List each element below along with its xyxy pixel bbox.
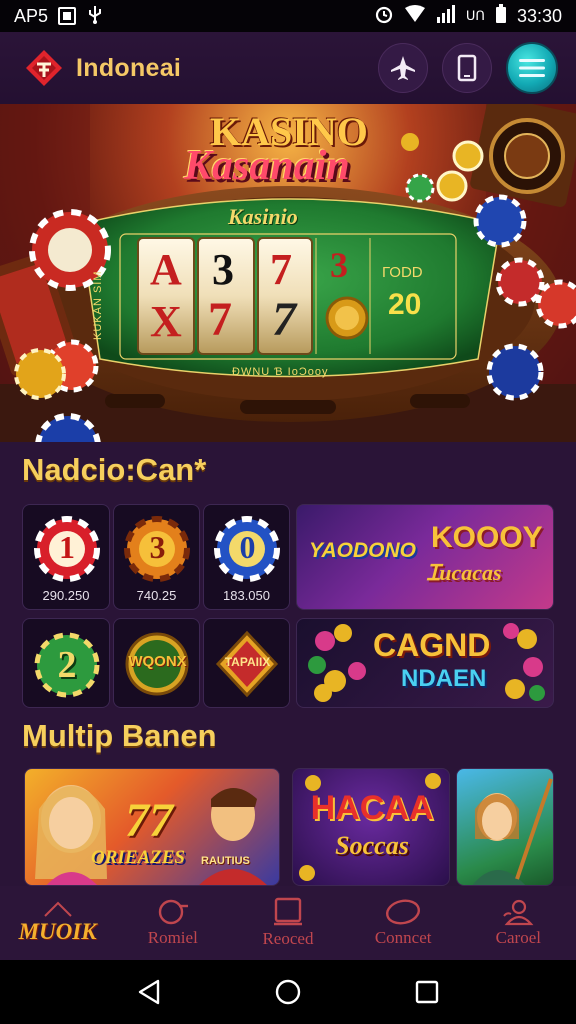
home-circle-icon bbox=[275, 979, 301, 1005]
menu-button[interactable] bbox=[506, 42, 558, 94]
hero-title-main: Kasanain bbox=[184, 143, 350, 189]
nav-romiel[interactable]: Romiel bbox=[123, 898, 223, 948]
tile-label: 290.250 bbox=[42, 588, 90, 603]
chip-number: 0 bbox=[239, 529, 256, 565]
logo-icon[interactable] bbox=[24, 48, 64, 88]
reel-2-top: 3 bbox=[212, 245, 234, 294]
reel-2-bottom: 7 bbox=[208, 293, 232, 346]
banner-top-text: CAGND bbox=[373, 627, 491, 663]
device-button[interactable] bbox=[442, 43, 492, 93]
multi-banner-hacaa[interactable]: HACAA Soccas bbox=[292, 768, 450, 886]
banner-tag: RAUTIUS bbox=[201, 855, 250, 867]
tablet-icon bbox=[273, 897, 302, 926]
hamburger-icon bbox=[519, 59, 545, 77]
banner-right-bottom-text: Ɪucacas bbox=[427, 560, 502, 585]
section-title-1: Nadcio:Can* bbox=[22, 452, 207, 487]
app-header: Indoneai bbox=[0, 32, 576, 104]
carrier-text: AP5 bbox=[14, 5, 49, 26]
bottom-nav: MUOIK Romiel Reoced Conncet Caroel bbox=[0, 886, 576, 960]
banner-text: ORIEAZES bbox=[91, 847, 185, 868]
recents-button[interactable] bbox=[407, 972, 447, 1012]
multi-banner-character[interactable] bbox=[456, 768, 554, 886]
hero-banner[interactable]: KASINO Kasanain Kasinio A 3 7 3 X 7 7 ГО… bbox=[0, 104, 576, 442]
home-icon bbox=[43, 901, 72, 917]
chip-text: WQONX bbox=[128, 653, 187, 670]
app-title: Indoneai bbox=[76, 53, 182, 82]
reel-3-bottom: 7 bbox=[272, 293, 296, 346]
payout-value: 20 bbox=[388, 288, 422, 321]
nav-caroel-label: Caroel bbox=[495, 928, 541, 947]
system-nav-bar bbox=[0, 960, 576, 1024]
reel-3-top: 7 bbox=[270, 245, 292, 294]
wifi-icon bbox=[404, 4, 426, 28]
clock-text: 33:30 bbox=[516, 5, 562, 26]
reel-4-top: 3 bbox=[330, 245, 348, 285]
battery-icon bbox=[495, 3, 507, 29]
table-label: Kasinio bbox=[228, 204, 298, 229]
side-text: KUKAN SIM bbox=[92, 270, 104, 340]
tile-label: 740.25 bbox=[136, 588, 177, 603]
banner-right-top-text: KOOOY bbox=[431, 521, 543, 554]
promo-banner-cagnd[interactable]: CAGND NDAEN bbox=[296, 618, 554, 708]
search-icon bbox=[158, 899, 188, 925]
recents-icon bbox=[415, 980, 438, 1004]
banner-left-text: YAODONO bbox=[309, 539, 416, 562]
game-tile[interactable]: 2 bbox=[22, 618, 110, 708]
reel-1-bottom: X bbox=[150, 297, 182, 346]
network-text: ᑌᑎ bbox=[465, 8, 485, 23]
tile-label: 183.050 bbox=[223, 588, 270, 603]
promo-banner-yaodono[interactable]: YAODONO KOOOY Ɪucacas bbox=[296, 504, 554, 610]
nav-conncet-label: Conncet bbox=[374, 928, 432, 947]
back-icon bbox=[139, 979, 160, 1005]
chip-number: 1 bbox=[59, 529, 75, 565]
alarm-icon bbox=[374, 4, 394, 29]
banner-bottom-text: NDAEN bbox=[401, 665, 487, 692]
multi-banner-orieazes[interactable]: 77 ORIEAZES RAUTIUS bbox=[24, 768, 280, 886]
section-title-2: Multip Banen bbox=[22, 718, 217, 753]
banner-number: 77 bbox=[125, 794, 173, 847]
game-tile[interactable]: 0 183.050 bbox=[203, 504, 290, 610]
game-tile[interactable]: TAPAIIX bbox=[203, 618, 290, 708]
nav-reoced-label: Reoced bbox=[262, 929, 314, 948]
chip-number: 3 bbox=[149, 529, 166, 565]
phone-icon bbox=[457, 54, 477, 82]
plane-button[interactable] bbox=[378, 43, 428, 93]
banner-top-text: HACAA bbox=[310, 789, 434, 827]
chip-text: TAPAIIX bbox=[224, 655, 271, 669]
user-icon bbox=[503, 899, 534, 926]
game-tile[interactable]: WQONX bbox=[113, 618, 200, 708]
nav-home-label: MUOIK bbox=[18, 919, 97, 944]
game-tile[interactable]: 1 290.250 bbox=[22, 504, 110, 610]
signal-icon bbox=[436, 4, 456, 28]
status-bar: AP5 ᑌᑎ 33:30 bbox=[0, 0, 576, 32]
chip-number: 2 bbox=[57, 644, 77, 686]
banner-bottom-text: Soccas bbox=[335, 831, 409, 860]
nav-reoced[interactable]: Reoced bbox=[238, 897, 338, 949]
chat-icon bbox=[386, 899, 421, 925]
payout-label: ГОDD bbox=[382, 264, 423, 281]
nav-romiel-label: Romiel bbox=[147, 928, 198, 947]
back-button[interactable] bbox=[129, 972, 169, 1012]
airplane-icon bbox=[391, 56, 415, 80]
nav-caroel[interactable]: Caroel bbox=[468, 898, 568, 948]
nav-conncet[interactable]: Conncet bbox=[353, 898, 453, 948]
game-tile[interactable]: 3 740.25 bbox=[113, 504, 200, 610]
usb-icon bbox=[86, 4, 104, 29]
home-button[interactable] bbox=[268, 972, 308, 1012]
reel-1-top: A bbox=[150, 245, 182, 294]
felt-text: ÐWNU Ɓ IoƆooy bbox=[232, 366, 329, 378]
notification-icon bbox=[58, 7, 77, 25]
nav-home[interactable]: MUOIK bbox=[8, 901, 108, 945]
